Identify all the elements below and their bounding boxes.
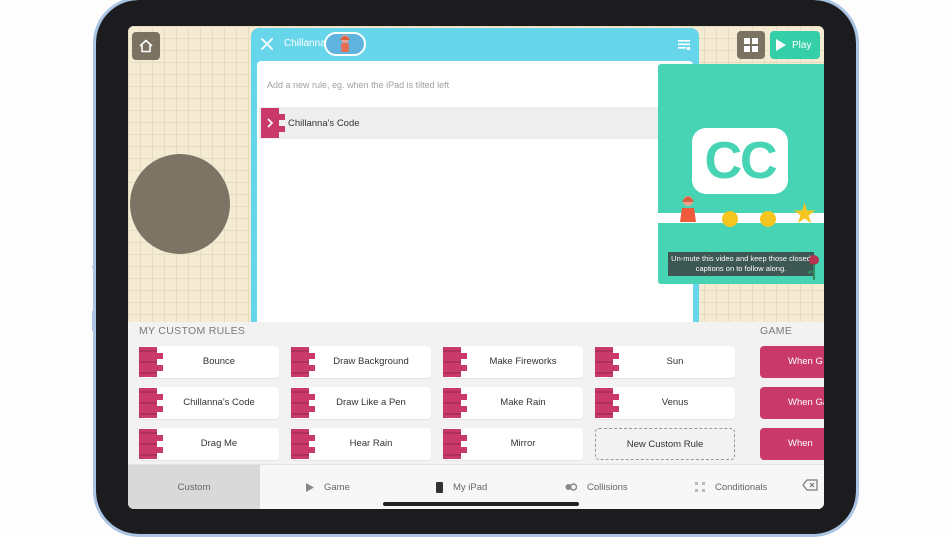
custom-rule-chip[interactable]: Hear Rain	[291, 428, 431, 460]
rule-block-icon	[139, 388, 163, 418]
custom-rule-label: Mirror	[510, 438, 536, 449]
ipad-icon	[436, 481, 443, 493]
circle-sprite[interactable]	[130, 154, 230, 254]
game-rules-title: GAME	[760, 325, 793, 337]
tab-label: Conditionals	[715, 481, 768, 493]
chillanna-avatar-icon	[340, 35, 350, 52]
character-icon	[680, 196, 696, 222]
custom-rule-label: Draw Background	[333, 356, 409, 367]
rule-block-icon	[443, 388, 467, 418]
rule-row[interactable]: Chillanna's Code	[259, 107, 659, 139]
home-icon	[139, 39, 153, 53]
new-rule-input[interactable]: Add a new rule, eg. when the iPad is til…	[267, 80, 449, 90]
rule-block-icon	[595, 388, 619, 418]
game-rule-chip[interactable]: When G	[760, 346, 824, 378]
rule-block-icon	[291, 429, 315, 459]
tab-label: Collisions	[587, 481, 628, 493]
code-editor-panel: Chillanna Add a new rule, eg. when the i…	[251, 28, 699, 322]
rule-block-icon	[139, 429, 163, 459]
tab-game[interactable]: Game	[306, 465, 350, 509]
side-button	[92, 265, 96, 269]
custom-rule-label: Bounce	[202, 356, 236, 367]
custom-rule-chip[interactable]: Draw Background	[291, 346, 431, 378]
custom-rule-label: New Custom Rule	[626, 439, 704, 450]
rule-block-icon	[291, 388, 315, 418]
custom-rule-chip[interactable]: Sun	[595, 346, 735, 378]
character-avatar[interactable]	[324, 32, 366, 56]
app-screen: Chillanna Add a new rule, eg. when the i…	[128, 26, 824, 509]
home-indicator	[383, 502, 579, 506]
play-button[interactable]: Play	[770, 31, 820, 59]
rule-block-icon	[595, 347, 619, 377]
play-label: Play	[792, 39, 812, 51]
custom-rule-label: Make Fireworks	[489, 356, 557, 367]
custom-rule-chip[interactable]: Chillanna's Code	[139, 387, 279, 419]
rule-block-icon	[261, 108, 285, 138]
tab-label: Game	[324, 481, 350, 493]
custom-rule-chip[interactable]: Mirror	[443, 428, 583, 460]
editor-title: Chillanna	[284, 38, 326, 49]
coin-icon	[760, 211, 776, 227]
coin-icon	[722, 211, 738, 227]
custom-rule-chip[interactable]: Venus	[595, 387, 735, 419]
home-button[interactable]	[132, 32, 160, 60]
custom-rule-label: Sun	[666, 356, 684, 367]
custom-rule-label: Chillanna's Code	[183, 397, 255, 408]
custom-rule-label: Hear Rain	[349, 438, 393, 449]
tab-custom[interactable]: Custom	[128, 465, 260, 509]
play-icon	[306, 482, 314, 492]
grid-icon	[744, 38, 758, 52]
custom-rules-title: MY CUSTOM RULES	[139, 325, 246, 337]
editor-body: Add a new rule, eg. when the iPad is til…	[257, 61, 693, 322]
tutorial-video[interactable]: CC ★ Un-mute this video and keep those c…	[658, 64, 824, 284]
rules-tray: MY CUSTOM RULES GAME Bounce Draw Backgrou…	[128, 322, 824, 464]
custom-rule-chip[interactable]: Bounce	[139, 346, 279, 378]
game-rule-chip[interactable]: When Ga	[760, 387, 824, 419]
delete-icon[interactable]	[802, 479, 818, 491]
rule-row-label: Chillanna's Code	[288, 118, 360, 129]
rule-list-icon[interactable]	[677, 38, 691, 52]
collisions-icon	[565, 483, 577, 491]
custom-rule-label: Drag Me	[200, 438, 238, 449]
side-button	[92, 310, 96, 332]
game-rule-chip[interactable]: When	[760, 428, 824, 460]
rule-block-icon	[443, 429, 467, 459]
rule-block-icon	[291, 347, 315, 377]
rule-block-icon	[139, 347, 163, 377]
conditionals-icon	[695, 482, 705, 492]
video-caption: Un-mute this video and keep those closed…	[668, 252, 814, 276]
layout-button[interactable]	[737, 31, 765, 59]
custom-rule-label: Draw Like a Pen	[336, 397, 406, 408]
tab-label: My iPad	[453, 481, 488, 493]
closed-captions-icon: CC	[692, 128, 788, 194]
editor-header: Chillanna	[251, 28, 699, 60]
tab-label: Custom	[177, 481, 211, 493]
custom-rule-label: Make Rain	[500, 397, 546, 408]
close-icon[interactable]	[259, 36, 275, 52]
flower-icon	[808, 255, 819, 280]
play-icon	[776, 39, 786, 51]
custom-rule-label: Venus	[661, 397, 689, 408]
new-custom-rule-button[interactable]: New Custom Rule	[595, 428, 735, 460]
custom-rule-chip[interactable]: Drag Me	[139, 428, 279, 460]
custom-rule-chip[interactable]: Make Rain	[443, 387, 583, 419]
rule-block-icon	[443, 347, 467, 377]
star-icon: ★	[792, 198, 818, 229]
custom-rule-chip[interactable]: Make Fireworks	[443, 346, 583, 378]
custom-rule-chip[interactable]: Draw Like a Pen	[291, 387, 431, 419]
tab-conditionals[interactable]: Conditionals	[695, 465, 767, 509]
